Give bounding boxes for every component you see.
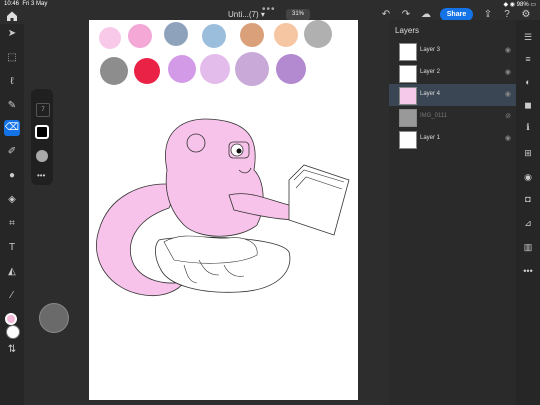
eyedropper-tool-icon[interactable]: ⁄ (4, 288, 20, 304)
primary-color-swatch[interactable] (5, 313, 17, 325)
eraser-tool-icon[interactable]: ⌫ (4, 120, 20, 136)
character-body (165, 118, 264, 237)
visibility-hidden-icon[interactable]: ⊘ (505, 112, 511, 120)
swatch-2 (128, 24, 152, 48)
book (288, 164, 350, 236)
adjustments-icon[interactable]: ◐ (521, 75, 535, 89)
move-tool-icon[interactable]: ➤ (4, 26, 20, 42)
more-options-icon[interactable]: ••• (37, 171, 45, 180)
layer-name: Layer 1 (420, 135, 441, 141)
visibility-eye-icon[interactable]: ◉ (505, 90, 511, 98)
blur-tool-icon[interactable]: ● (4, 168, 20, 184)
canvas[interactable] (89, 20, 358, 400)
layer-row-layer-3[interactable]: Layer 3 ◉ (389, 40, 516, 62)
fill-tool-icon[interactable]: ◈ (4, 192, 20, 208)
touch-shortcut-button[interactable] (39, 303, 69, 333)
lasso-tool-icon[interactable]: ℓ (4, 74, 20, 90)
mask-icon[interactable]: ◼ (521, 98, 535, 112)
seat-pillows (163, 235, 258, 264)
layer-thumbnail (399, 131, 417, 149)
layers-title: Layers (395, 26, 420, 35)
layer-thumbnail (399, 43, 417, 61)
transform-layer-icon[interactable]: ⊿ (521, 216, 535, 230)
swatch-11 (200, 54, 230, 84)
visibility-eye-icon[interactable]: ◉ (505, 46, 511, 54)
brush-opacity-dot[interactable] (36, 150, 48, 162)
character-pupil (236, 148, 242, 154)
layer-row-layer-1[interactable]: Layer 1 ◉ (389, 128, 516, 150)
fill-layer-icon[interactable]: ▥ (521, 240, 535, 254)
layer-name: Layer 3 (420, 47, 441, 53)
layer-name: Layer 2 (420, 69, 441, 75)
layer-row-img[interactable]: IMG_0111 ⊘ (389, 106, 516, 128)
layers-panel: Layers Layer 3 ◉ Layer 2 ◉ Layer 4 ◉ IMG… (389, 20, 516, 405)
swatch-9 (134, 58, 160, 84)
visibility-eye-icon[interactable]: ◉ (505, 68, 511, 76)
brush-tool-icon[interactable]: ✎ (4, 98, 20, 114)
layer-name: Layer 4 (420, 91, 441, 97)
color-swatches-row (99, 20, 332, 86)
info-icon[interactable]: ℹ (521, 120, 535, 134)
swatch-7 (304, 20, 332, 48)
visibility-eye-icon[interactable]: ◉ (505, 134, 511, 142)
zoom-level[interactable]: 31% (286, 9, 310, 20)
text-tool-icon[interactable]: T (4, 240, 20, 256)
left-toolbar: ➤ ⬚ ℓ ✎ ⌫ ✐ ● ◈ ⌗ T ◭ ⁄ ⇅ (0, 24, 24, 405)
layer-thumbnail (399, 65, 417, 83)
layer-mask-icon[interactable]: ◘ (521, 192, 535, 206)
swatch-1 (99, 27, 121, 49)
swatch-8 (100, 57, 128, 85)
swatch-3 (164, 22, 188, 46)
canvas-artwork (96, 20, 350, 297)
swap-colors-icon[interactable]: ⇅ (4, 342, 20, 358)
shape-tool-icon[interactable]: ◭ (4, 264, 20, 280)
layer-name: IMG_0111 (420, 113, 448, 119)
home-icon[interactable] (6, 9, 18, 21)
brush-color-black[interactable] (35, 125, 49, 139)
swatch-10 (168, 55, 196, 83)
swatch-4 (202, 24, 226, 48)
swatch-12 (235, 52, 269, 86)
layer-row-layer-4[interactable]: Layer 4 ◉ (389, 84, 516, 106)
swatch-13 (276, 54, 306, 84)
right-toolbar: ☰ ≡ ◐ ◼ ℹ ⊞ ◉ ◘ ⊿ ▥ ••• (516, 20, 540, 405)
smudge-tool-icon[interactable]: ✐ (4, 144, 20, 160)
layer-thumbnail (399, 109, 417, 127)
character-ear (186, 133, 206, 153)
brush-settings-panel: 7 ••• (31, 89, 53, 185)
layer-row-layer-2[interactable]: Layer 2 ◉ (389, 62, 516, 84)
layer-thumbnail (399, 87, 417, 105)
transform-tool-icon[interactable]: ⬚ (4, 50, 20, 66)
layers-stack-icon[interactable]: ☰ (521, 30, 535, 44)
visibility-icon[interactable]: ◉ (521, 170, 535, 184)
document-title[interactable]: Unti...(7) ▾ (228, 10, 265, 19)
add-layer-icon[interactable]: ⊞ (521, 146, 535, 160)
layer-properties-icon[interactable]: ≡ (521, 52, 535, 66)
secondary-color-swatch[interactable] (6, 325, 20, 339)
more-options-icon[interactable]: ••• (521, 264, 535, 278)
brush-size-value[interactable]: 7 (36, 103, 50, 117)
crop-tool-icon[interactable]: ⌗ (4, 216, 20, 232)
swatch-5 (240, 23, 264, 47)
swatch-6 (274, 23, 298, 47)
